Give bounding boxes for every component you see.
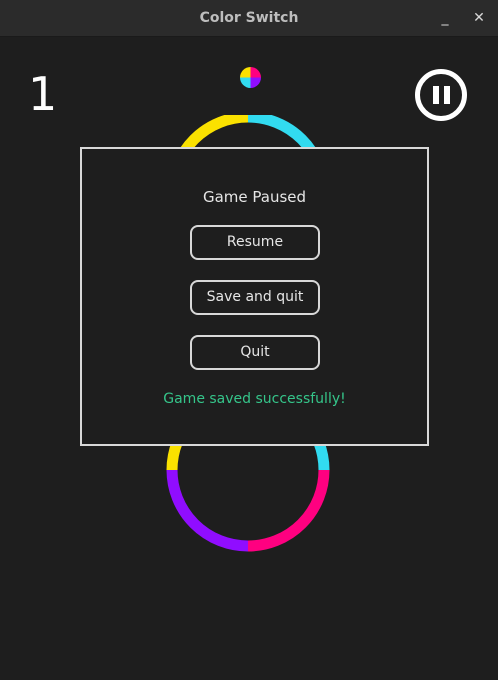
pause-menu-dialog: Game Paused Resume Save and quit Quit Ga… xyxy=(80,147,429,446)
pause-menu-title: Game Paused xyxy=(202,188,307,206)
close-button[interactable]: ✕ xyxy=(468,7,490,29)
score-counter: 1 xyxy=(28,67,58,121)
quit-button[interactable]: Quit xyxy=(190,335,320,370)
pause-icon xyxy=(433,86,439,104)
save-and-quit-button[interactable]: Save and quit xyxy=(190,280,320,315)
window-titlebar: Color Switch _ ✕ xyxy=(0,0,498,37)
pause-icon-bar xyxy=(444,86,450,104)
window-title: Color Switch xyxy=(199,10,299,26)
color-switcher-icon xyxy=(240,67,261,88)
resume-button[interactable]: Resume xyxy=(190,225,320,260)
save-status-message: Game saved successfully! xyxy=(163,391,346,407)
minimize-button[interactable]: _ xyxy=(434,7,456,29)
game-canvas[interactable]: 1 Game Paused Resume Save and quit Quit … xyxy=(0,37,498,680)
pause-button[interactable] xyxy=(415,69,467,121)
